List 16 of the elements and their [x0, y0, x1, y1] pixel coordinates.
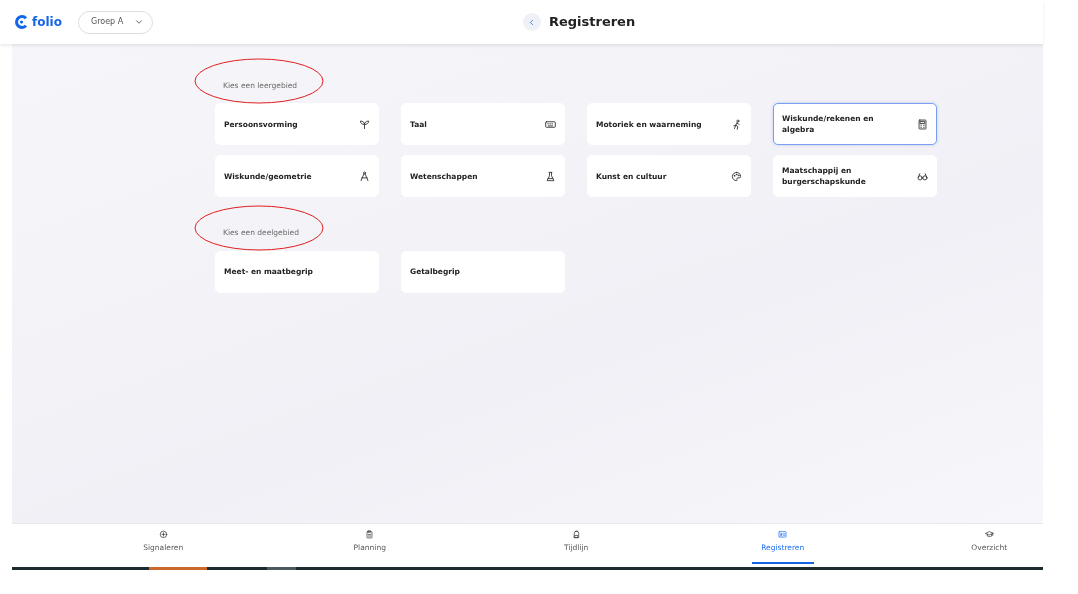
palette-icon: [731, 170, 742, 182]
sprout-icon: [359, 118, 370, 130]
flask-icon: [545, 170, 556, 182]
logo-icon: [15, 15, 28, 29]
keyboard-icon: [545, 118, 556, 130]
back-button[interactable]: [522, 13, 541, 31]
figure-icon: [731, 118, 742, 130]
chevron-down-icon: [133, 17, 144, 27]
glasses-icon: [917, 170, 928, 182]
group-select[interactable]: Groep A: [77, 10, 153, 34]
calculator-icon: [917, 118, 928, 130]
graduation-cap-icon: [982, 530, 996, 539]
compass-icon: [359, 170, 370, 182]
page-title: Registreren: [548, 13, 636, 32]
logo-text: folio: [32, 14, 62, 31]
id-card-icon: [776, 530, 790, 539]
